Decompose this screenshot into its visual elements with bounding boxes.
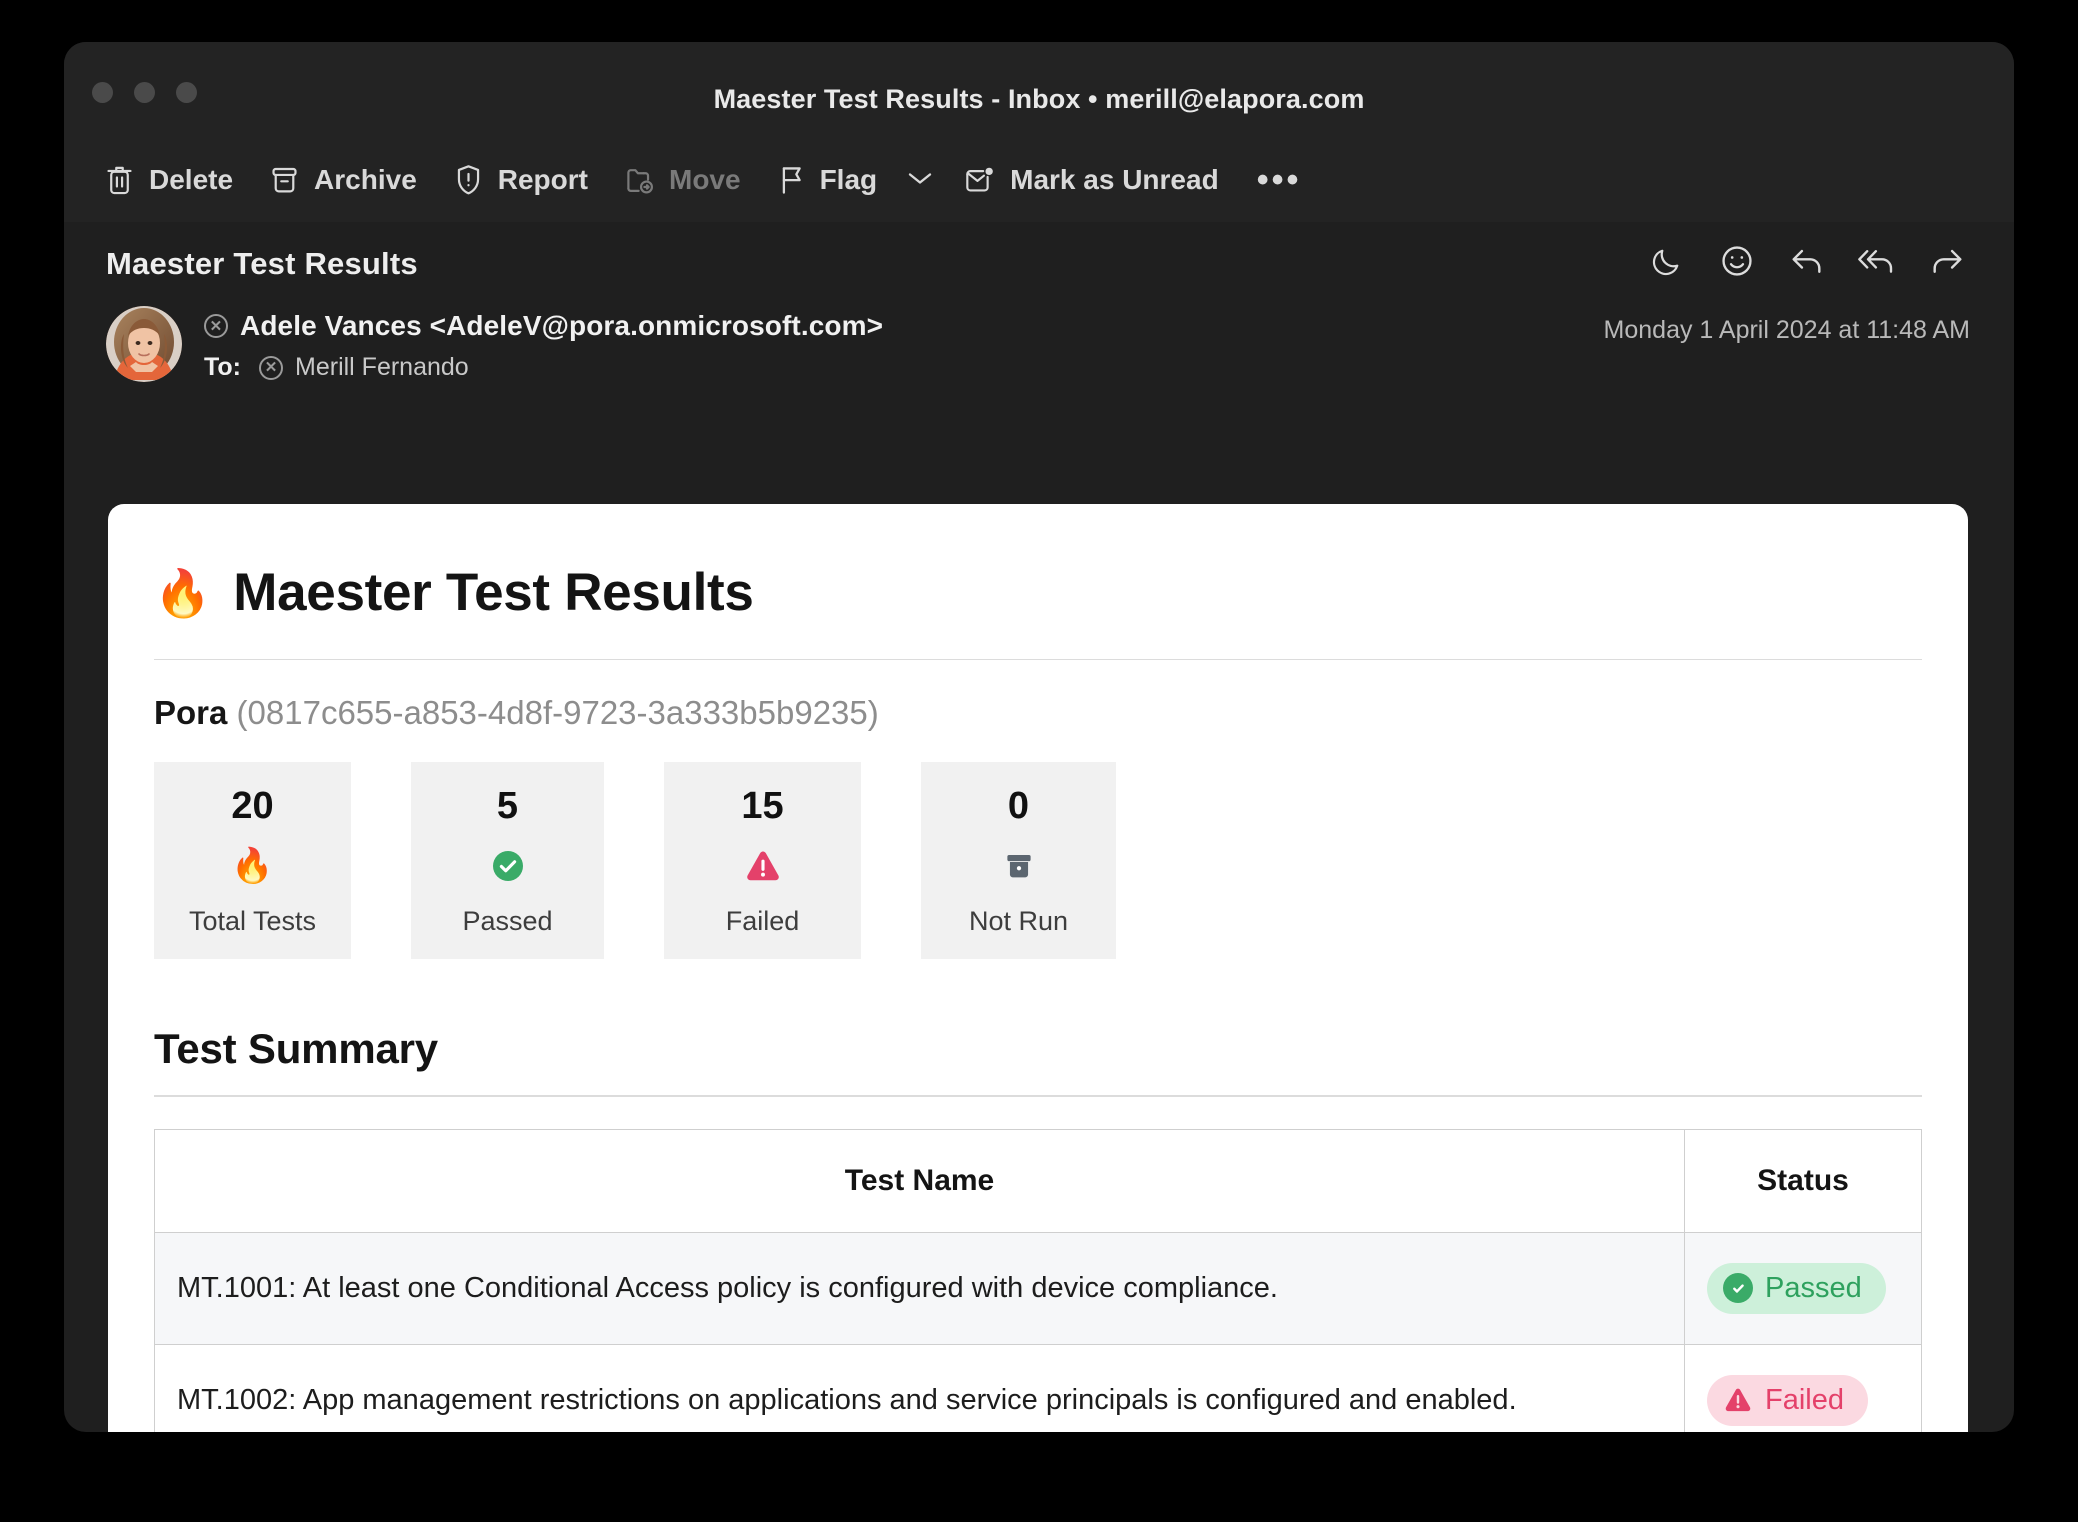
trash-icon [104,163,135,197]
archive-box-icon [269,164,300,196]
stat-card-passed: 5 Passed [411,762,604,959]
test-summary-divider [154,1094,1922,1097]
reply-icon[interactable] [1786,240,1828,282]
check-circle-icon [421,846,594,886]
stat-cards: 20 🔥 Total Tests 5 Passed 15 Failed 0 No… [154,762,1922,959]
report-title: Maester Test Results [233,563,754,622]
archive-box-icon [931,846,1106,886]
report-label: Report [497,164,588,195]
mark-as-unread-button[interactable]: Mark as Unread [945,156,1237,204]
tenant-name: Pora [154,694,228,731]
move-label: Move [669,164,741,195]
forward-icon[interactable] [1926,240,1968,282]
flag-dropdown-button[interactable] [895,160,945,201]
stat-card-total-tests: 20 🔥 Total Tests [154,762,351,959]
table-row[interactable]: MT.1001: At least one Conditional Access… [154,1231,1922,1345]
envelope-unread-icon [963,164,996,196]
test-summary-table: Test Name Status MT.1001: At least one C… [154,1128,1922,1432]
flame-icon: 🔥 [154,566,212,619]
status-badge-failed: Failed [1707,1374,1868,1426]
mail-window: Maester Test Results - Inbox • merill@el… [64,42,2014,1432]
status-text: Failed [1765,1383,1844,1416]
more-actions-button[interactable]: ••• [1237,163,1322,197]
brand-divider [154,659,1922,660]
test-name-cell: MT.1001: At least one Conditional Access… [154,1231,1685,1345]
status-text: Passed [1765,1271,1862,1304]
window-title: Maester Test Results - Inbox • merill@el… [713,84,1365,114]
recipient-row: To: ✕ Merill Fernando [204,353,883,382]
archive-button[interactable]: Archive [251,156,435,204]
to-label: To: [204,353,242,381]
tenant-id: (0817c655-a853-4d8f-9723-3a333b5b9235) [236,694,879,731]
stat-card-not-run: 0 Not Run [921,762,1116,959]
sender-name: Adele Vances <AdeleV@pora.onmicrosoft.co… [240,310,884,341]
flame-icon: 🔥 [231,846,274,885]
avatar[interactable] [106,306,182,382]
status-cell: Failed [1684,1343,1922,1432]
column-header-test-name: Test Name [154,1128,1685,1233]
warning-triangle-icon [674,846,851,886]
folder-move-icon [624,164,655,196]
delete-label: Delete [149,164,234,195]
presence-offline-icon: ✕ [204,314,228,338]
status-badge-passed: Passed [1707,1262,1886,1314]
stat-value: 15 [741,785,784,827]
mark-as-unread-label: Mark as Unread [1010,164,1219,195]
message-header: Maester Test Results ✕ Adele Vances <Ade… [64,222,2014,382]
shield-exclamation-icon [453,163,484,197]
delete-button[interactable]: Delete [86,155,251,205]
react-smiley-icon[interactable] [1716,240,1758,282]
stat-value: 0 [1007,785,1030,827]
email-body-card: 🔥 Maester Test Results Pora (0817c655-a8… [108,504,1968,1432]
recipient-name: Merill Fernando [295,353,469,381]
stat-label: Passed [462,905,553,936]
sender-name-row: ✕ Adele Vances <AdeleV@pora.onmicrosoft.… [204,310,883,342]
reply-all-icon[interactable] [1856,240,1898,282]
mail-toolbar: Delete Archive Report Move Flag Mark as … [64,138,2014,222]
flag-button[interactable]: Flag [759,156,896,205]
chevron-down-icon [905,168,935,193]
flag-icon [777,164,806,197]
message-actions [1646,240,1968,282]
sender-details: ✕ Adele Vances <AdeleV@pora.onmicrosoft.… [204,306,883,382]
stat-label: Total Tests [188,905,317,936]
status-cell: Passed [1684,1231,1922,1345]
recipient-presence-offline-icon: ✕ [259,355,284,380]
stat-value: 20 [231,785,274,827]
test-name-cell: MT.1002: App management restrictions on … [154,1343,1685,1432]
sender-row: ✕ Adele Vances <AdeleV@pora.onmicrosoft.… [106,306,1974,382]
snooze-moon-icon[interactable] [1646,240,1688,282]
report-brand: 🔥 Maester Test Results [154,544,1922,623]
test-summary-heading: Test Summary [154,1024,438,1072]
stat-label: Not Run [968,905,1069,936]
stat-card-failed: 15 Failed [664,762,861,959]
window-titlebar: Maester Test Results - Inbox • merill@el… [64,42,2014,138]
move-button[interactable]: Move [606,156,759,204]
table-row[interactable]: MT.1002: App management restrictions on … [154,1343,1922,1432]
archive-label: Archive [314,164,417,195]
stat-label: Failed [725,905,800,936]
column-header-status: Status [1684,1128,1922,1233]
table-header-row: Test Name Status [154,1128,1922,1233]
report-button[interactable]: Report [435,155,606,205]
flag-label: Flag [819,164,878,195]
tenant-line: Pora (0817c655-a853-4d8f-9723-3a333b5b92… [154,694,1922,732]
message-date: Monday 1 April 2024 at 11:48 AM [1603,316,1970,344]
warning-triangle-icon [1723,1386,1753,1414]
stat-value: 5 [496,785,519,827]
check-circle-icon [1723,1273,1753,1304]
